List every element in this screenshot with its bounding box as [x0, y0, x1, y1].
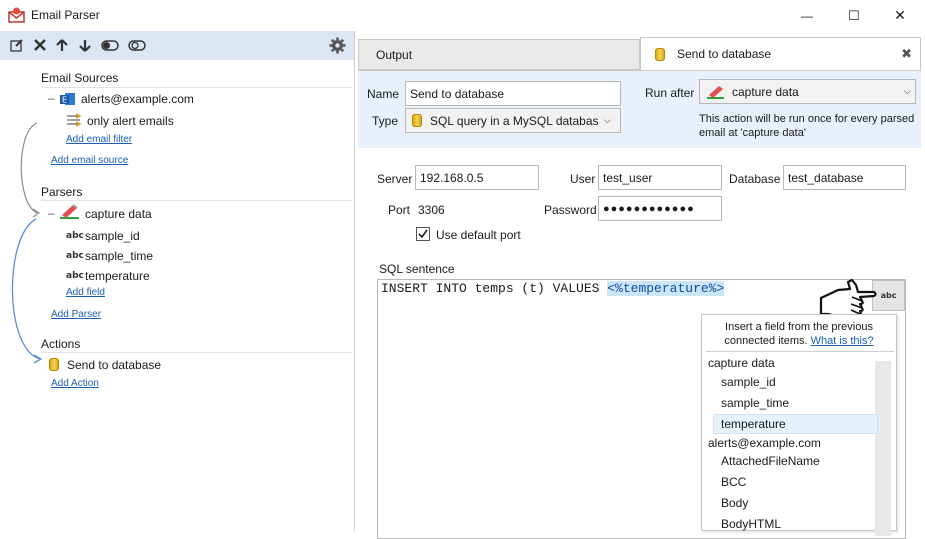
sql-text[interactable]: INSERT INTO temps (t) VALUES <%temperatu…	[381, 281, 725, 296]
database-icon	[655, 47, 665, 61]
close-button[interactable]: ✕	[877, 0, 923, 31]
section-divider	[41, 200, 352, 201]
what-is-this-link[interactable]: What is this?	[811, 335, 874, 347]
collapse-icon[interactable]: –	[48, 91, 55, 105]
close-tab-icon[interactable]: ✖	[901, 46, 912, 62]
popup-group-title: capture data	[708, 356, 775, 370]
add-parser-link[interactable]: Add Parser	[51, 309, 101, 320]
minimize-icon: —	[801, 8, 813, 23]
maximize-icon: ☐	[848, 7, 860, 23]
sql-field-token: <%temperature%>	[607, 281, 725, 296]
email-sources-title: Email Sources	[41, 71, 119, 85]
password-input[interactable]: ●●●●●●●●●●●●	[598, 196, 722, 221]
type-select-value: SQL query in a MySQL databas	[430, 113, 599, 128]
parser-icon	[707, 85, 724, 99]
maximize-button[interactable]: ☐	[831, 0, 877, 31]
popup-field-item[interactable]: sample_id	[721, 375, 776, 389]
popup-group-title: alerts@example.com	[708, 436, 821, 450]
parser-item[interactable]: capture data	[85, 207, 152, 221]
parser-icon	[59, 203, 81, 221]
add-action-link[interactable]: Add Action	[51, 378, 99, 389]
server-label: Server	[377, 172, 413, 186]
section-divider	[41, 352, 352, 353]
default-port-checkbox[interactable]	[416, 227, 430, 241]
collapse-icon[interactable]: –	[48, 206, 55, 220]
run-after-note: This action will be run once for every p…	[699, 113, 915, 139]
text-field-icon: abc	[880, 291, 897, 300]
window-title: Email Parser	[31, 8, 100, 22]
field-item[interactable]: sample_id	[85, 229, 140, 243]
password-label: Password	[544, 203, 597, 217]
port-value: 3306	[418, 203, 445, 217]
text-field-icon: abc	[66, 251, 84, 261]
field-item[interactable]: sample_time	[85, 249, 153, 263]
action-header: Name Send to database Type SQL query in …	[358, 70, 921, 148]
tab-output[interactable]: Output	[358, 39, 640, 70]
move-down-icon[interactable]	[77, 37, 93, 53]
tab-send-label: Send to database	[677, 47, 772, 61]
popup-hint: Insert a field from the previous connect…	[724, 321, 874, 347]
tree-panel: Email Sources – E alerts@example.com onl…	[0, 31, 355, 531]
user-input[interactable]: test_user	[598, 165, 722, 190]
name-input[interactable]: Send to database	[405, 81, 621, 106]
port-label: Port	[388, 203, 411, 217]
tab-output-label: Output	[376, 47, 413, 62]
email-source-item[interactable]: alerts@example.com	[81, 92, 194, 106]
popup-scrollbar[interactable]	[875, 361, 891, 536]
svg-text:E: E	[62, 96, 67, 105]
default-port-label: Use default port	[436, 228, 521, 242]
user-label: User	[570, 172, 596, 186]
popup-divider	[706, 351, 894, 352]
add-field-link[interactable]: Add field	[66, 287, 105, 298]
server-input[interactable]: 192.168.0.5	[415, 165, 539, 190]
add-email-filter-link[interactable]: Add email filter	[66, 134, 132, 145]
tab-send-to-database[interactable]: Send to database ✖	[640, 37, 921, 70]
database-input[interactable]: test_database	[783, 165, 906, 190]
settings-icon[interactable]	[328, 36, 346, 54]
filter-icon	[66, 113, 82, 127]
text-field-icon: abc	[66, 231, 84, 241]
name-label: Name	[367, 87, 400, 101]
app-logo-icon	[8, 7, 25, 23]
run-after-select[interactable]: capture data ⌵	[699, 79, 916, 104]
actions-title: Actions	[41, 337, 81, 351]
text-field-icon: abc	[66, 271, 84, 281]
chevron-down-icon: ⌵	[904, 86, 911, 96]
title-bar: Email Parser — ☐ ✕	[0, 0, 925, 31]
database-label: Database	[729, 172, 781, 186]
popup-field-item[interactable]: AttachedFileName	[721, 454, 820, 468]
database-icon	[49, 358, 59, 371]
field-insertion-popup: Insert a field from the previous connect…	[701, 314, 897, 536]
action-editor: Output Send to database ✖ Name Send to d…	[356, 31, 925, 539]
popup-field-item[interactable]: Body	[721, 496, 748, 510]
add-email-source-link[interactable]: Add email source	[51, 155, 128, 166]
run-after-value: capture data	[732, 84, 799, 99]
exchange-icon: E	[60, 92, 75, 106]
type-select[interactable]: SQL query in a MySQL databas ⌵	[405, 108, 621, 133]
popup-field-item[interactable]: sample_time	[721, 396, 789, 410]
field-item[interactable]: temperature	[85, 269, 150, 283]
type-label: Type	[372, 114, 399, 128]
toggle-on-icon[interactable]	[100, 37, 120, 53]
popup-field-item[interactable]: BCC	[721, 475, 746, 489]
close-icon: ✕	[894, 7, 906, 23]
section-divider	[41, 87, 352, 88]
parsers-title: Parsers	[41, 185, 83, 199]
email-filter-item[interactable]: only alert emails	[87, 114, 174, 128]
popup-field-item[interactable]: BodyHTML	[721, 517, 781, 531]
minimize-button[interactable]: —	[784, 0, 830, 31]
check-icon	[418, 229, 428, 239]
chevron-down-icon: ⌵	[604, 115, 611, 125]
action-item[interactable]: Send to database	[67, 358, 161, 372]
popup-field-item-selected[interactable]: temperature	[721, 417, 786, 431]
database-icon	[412, 114, 422, 127]
toggle-off-icon[interactable]	[127, 37, 147, 53]
sql-sentence-label: SQL sentence	[379, 262, 455, 276]
run-after-label: Run after	[645, 86, 695, 100]
